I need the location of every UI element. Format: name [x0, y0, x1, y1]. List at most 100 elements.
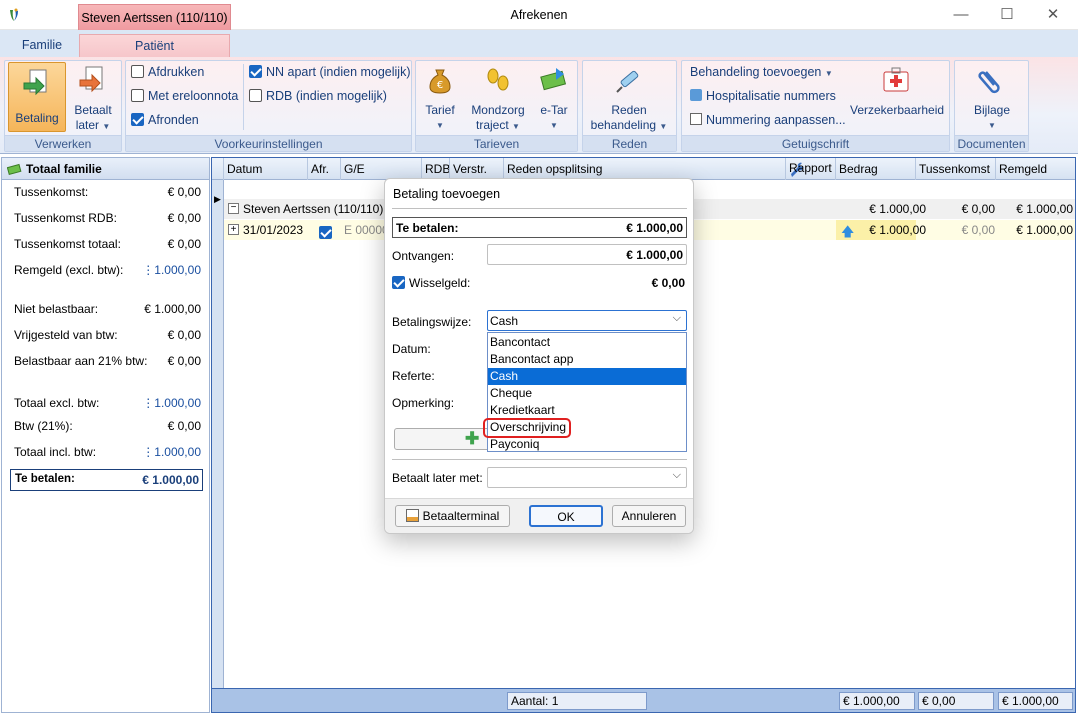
chevron-down-icon: ▼ [102, 122, 111, 131]
met-ereloonnota-checkbox[interactable]: Met ereloonnota [131, 89, 238, 103]
annuleren-button[interactable]: Annuleren [612, 505, 686, 527]
betaling-toevoegen-dialog: Betaling toevoegen Te betalen: € 1.000,0… [384, 178, 694, 534]
summary-row: Vrijgesteld van btw: € 0,00 [14, 325, 201, 345]
option-bancontact-app[interactable]: Bancontact app [488, 351, 686, 368]
betaalt-later-select[interactable]: ⌵ [487, 467, 687, 488]
bijlage-button[interactable]: Bijlage ▼ [962, 64, 1022, 133]
row-bedrag: € 1.000,00 [869, 223, 926, 237]
betaalterminal-label: Betaalterminal [422, 509, 500, 523]
reden-behandeling-button[interactable]: Reden behandeling ▼ [586, 64, 672, 134]
col-header-verstr[interactable]: Verstr. [450, 158, 504, 180]
checkbox-checked-icon [392, 276, 405, 289]
chevron-down-icon: ▼ [988, 121, 996, 130]
col-header-afr[interactable]: Afr. [308, 158, 341, 180]
bijlage-label: Bijlage [973, 103, 1011, 117]
afdrukken-checkbox[interactable]: Afdrukken [131, 65, 204, 79]
option-cheque[interactable]: Cheque [488, 385, 686, 402]
checkbox-icon [249, 89, 262, 102]
tab-patient[interactable]: Patiënt [79, 34, 230, 57]
summary-label: Niet belastbaar: [14, 302, 99, 316]
hospitalisatie-nummers-button[interactable]: Hospitalisatie nummers [690, 89, 836, 103]
summary-row: Remgeld (excl. btw): ⋮1.000,00 [14, 260, 201, 280]
betaalterminal-button[interactable]: Betaalterminal [395, 505, 510, 527]
nn-apart-checkbox[interactable]: NN apart (indien mogelijk) [249, 65, 411, 79]
behandeling-toevoegen-button[interactable]: Behandeling toevoegen ▼ [690, 65, 833, 79]
rdb-checkbox[interactable]: RDB (indien mogelijk) [249, 89, 387, 103]
checkbox-checked-icon [131, 113, 144, 126]
col-header-datum[interactable]: Datum [224, 158, 308, 180]
summary-row: Tussenkomst totaal: € 0,00 [14, 234, 201, 254]
opmerking-label: Opmerking: [392, 396, 455, 410]
reden-text: behandeling [590, 118, 657, 132]
wisselgeld-checkbox[interactable]: Wisselgeld: [392, 276, 470, 290]
maximize-button[interactable]: ☐ [984, 0, 1030, 30]
verzekerbaarheid-button[interactable]: Verzekerbaarheid [850, 64, 944, 118]
chevron-down-icon: ⌵ [672, 312, 681, 324]
col-header-ge[interactable]: G/E [341, 158, 422, 180]
footer-aantal: Aantal: 1 [507, 692, 647, 710]
arrow-up-icon: 🡅 [841, 224, 855, 239]
close-button[interactable]: ✕ [1030, 0, 1076, 30]
afr-checkbox[interactable] [319, 226, 332, 239]
summary-value: € 0,00 [167, 354, 201, 368]
add-payment-button[interactable]: ✚ [394, 428, 494, 450]
left-pane-title: Totaal familie [2, 158, 209, 180]
afronden-checkbox[interactable]: Afronden [131, 113, 199, 127]
summary-label: Totaal excl. btw: [14, 396, 100, 410]
payment-arrow-icon [23, 69, 47, 96]
ok-button[interactable]: OK [529, 505, 603, 527]
option-bancontact[interactable]: Bancontact [488, 334, 686, 351]
minimize-button[interactable]: — [938, 0, 984, 30]
grid-footer: Aantal: 1 € 1.000,00 € 0,00 € 1.000,00 [212, 688, 1075, 712]
grid-header: Datum Afr. G/E RDB Verstr. Reden opsplit… [212, 158, 1075, 180]
col-header-bedrag[interactable]: Bedrag [836, 158, 916, 180]
col-header-remgeld[interactable]: Remgeld [996, 158, 1075, 180]
collapse-icon[interactable]: − [228, 203, 239, 214]
reden-label-2: behandeling ▼ [586, 118, 672, 134]
edit-icon [690, 113, 702, 125]
expand-icon[interactable]: + [228, 224, 239, 235]
betalingswijze-label: Betalingswijze: [392, 315, 472, 329]
behandeling-toevoegen-label: Behandeling toevoegen [690, 65, 822, 79]
group-label-tarieven: Tarieven [416, 135, 577, 151]
summary-value: € 1.000,00 [144, 302, 201, 316]
pay-later-icon [79, 66, 103, 93]
summary-label: Remgeld (excl. btw): [14, 263, 124, 277]
option-kredietkaart[interactable]: Kredietkaart [488, 402, 686, 419]
overschrijving-highlight-marker [483, 418, 571, 438]
col-header-rdb[interactable]: RDB [422, 158, 450, 180]
mondzorg-traject-button[interactable]: Mondzorg traject ▼ [466, 64, 530, 134]
tarief-button[interactable]: € Tarief ▼ [420, 64, 460, 133]
nummering-aanpassen-button[interactable]: Nummering aanpassen... [690, 113, 846, 127]
col-header-reden-opsplitsing[interactable]: Reden opsplitsing [504, 158, 786, 180]
plus-icon: ✚ [465, 429, 480, 448]
link-dots-icon: ⋮ [142, 263, 155, 277]
checkbox-checked-icon [249, 65, 262, 78]
te-betalen-total: Te betalen: € 1.000,00 [10, 469, 203, 491]
group-row-tussenkomst: € 0,00 [961, 202, 995, 216]
chevron-down-icon: ⌵ [672, 469, 681, 481]
summary-label: Tussenkomst RDB: [14, 211, 117, 225]
money-icon [7, 163, 22, 176]
betaalt-later-button[interactable]: Betaalt later ▼ [69, 64, 117, 134]
option-payconiq[interactable]: Payconiq [488, 436, 686, 453]
betaalt-later-label-1: Betaalt [74, 103, 112, 117]
etar-button[interactable]: e-Tar ▼ [535, 64, 573, 133]
option-cash[interactable]: Cash [488, 368, 686, 385]
betalingswijze-select[interactable]: Cash ⌵ [487, 310, 687, 331]
svg-text:€: € [437, 80, 443, 91]
left-summary-pane: Totaal familie Tussenkomst: € 0,00 Tussen… [1, 157, 210, 713]
tab-familie[interactable]: Familie [11, 34, 73, 57]
terminal-icon [405, 509, 419, 522]
col-header-tussenkomst[interactable]: Tussenkomst [916, 158, 996, 180]
betaling-button[interactable]: Betaling [8, 62, 66, 132]
app-logo-icon [10, 8, 18, 21]
ontvangen-input[interactable]: € 1.000,00 [487, 244, 687, 265]
current-row-indicator-icon: ▶ [214, 194, 221, 204]
patient-context-tab[interactable]: Steven Aertssen (110/110) [78, 4, 231, 30]
divider [392, 459, 687, 460]
met-ereloonnota-label: Met ereloonnota [148, 89, 239, 103]
summary-label: Vrijgesteld van btw: [14, 328, 118, 342]
te-betalen-label: Te betalen: [15, 473, 75, 485]
footer-remgeld: € 1.000,00 [998, 692, 1073, 710]
